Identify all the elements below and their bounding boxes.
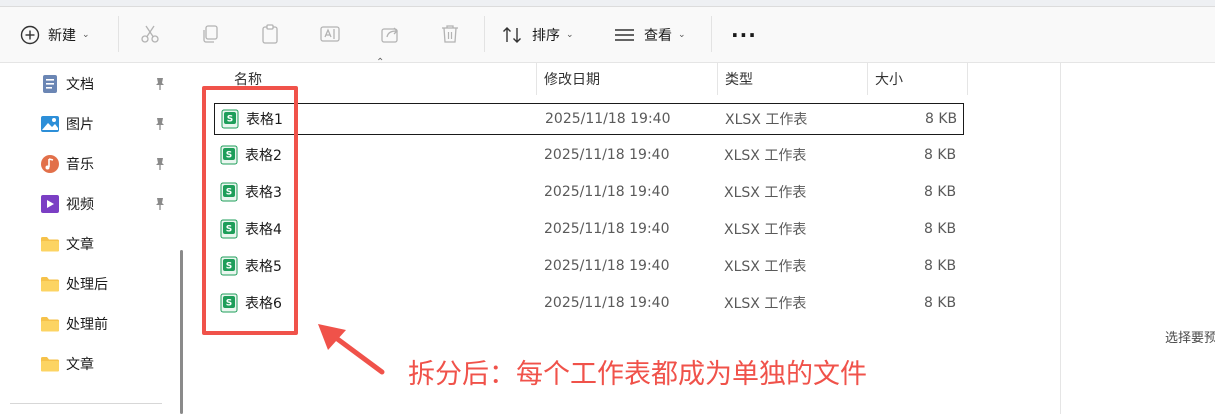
table-row[interactable]: S 表格2 2025/11/18 19:40 XLSX 工作表 8 KB (214, 140, 964, 172)
sidebar-item-label: 处理前 (66, 317, 108, 333)
file-modified: 2025/11/18 19:40 (544, 295, 670, 311)
rename-icon (320, 26, 340, 42)
sidebar-item-label: 图片 (66, 117, 94, 133)
column-divider[interactable] (867, 63, 868, 95)
annotation-arrow-icon (318, 324, 385, 375)
sidebar-item-label: 音乐 (66, 157, 94, 173)
table-row[interactable]: S 表格1 2025/11/18 19:40 XLSX 工作表 8 KB (214, 103, 964, 135)
pin-icon (156, 118, 164, 130)
sort-button[interactable]: 排序 ⌄ (502, 18, 574, 52)
sidebar-item-documents[interactable]: 文档 (40, 72, 94, 96)
view-button[interactable]: 查看 ⌄ (614, 18, 686, 52)
column-header-size[interactable]: 大小 (875, 63, 903, 95)
folder-icon (40, 354, 60, 374)
more-options-button[interactable]: ··· (731, 18, 757, 52)
copy-button[interactable] (196, 20, 224, 48)
pin-icon (156, 158, 164, 170)
file-size: 8 KB (924, 184, 957, 200)
sort-button-label: 排序 (532, 28, 560, 44)
toolbar-divider (118, 16, 119, 52)
sidebar-item-pictures[interactable]: 图片 (40, 112, 94, 136)
share-icon (381, 27, 398, 43)
file-modified: 2025/11/18 19:40 (544, 147, 670, 163)
pin-icon (156, 198, 164, 210)
sort-icon (503, 27, 521, 43)
sidebar-item-label: 文档 (66, 77, 94, 93)
column-divider[interactable] (967, 63, 968, 95)
file-type: XLSX 工作表 (724, 148, 807, 164)
sidebar-item-label: 处理后 (66, 277, 108, 293)
column-header-type[interactable]: 类型 (725, 63, 753, 95)
video-icon (40, 194, 60, 214)
copy-icon (203, 25, 218, 43)
sidebar-item-label: 文章 (66, 237, 94, 253)
rename-button[interactable] (316, 20, 344, 48)
column-header-modified[interactable]: 修改日期 (544, 63, 600, 95)
paste-button[interactable] (256, 20, 284, 48)
folder-icon (40, 314, 60, 334)
list-view-icon (615, 29, 634, 41)
file-type: XLSX 工作表 (724, 185, 807, 201)
clipboard-icon (262, 24, 278, 44)
sidebar-item-label: 视频 (66, 197, 94, 213)
file-type: XLSX 工作表 (724, 222, 807, 238)
sidebar-item-folder[interactable]: 文章 (40, 232, 94, 256)
file-size: 8 KB (924, 221, 957, 237)
file-modified: 2025/11/18 19:40 (545, 111, 671, 127)
details-pane-hint: 选择要预 (1165, 331, 1215, 346)
column-divider[interactable] (536, 63, 537, 95)
column-divider[interactable] (717, 63, 718, 95)
file-type: XLSX 工作表 (724, 259, 807, 275)
chevron-down-icon: ⌄ (566, 30, 574, 40)
toolbar-divider (711, 16, 712, 52)
folder-icon (40, 234, 60, 254)
toolbar-divider (484, 16, 485, 52)
file-modified: 2025/11/18 19:40 (544, 221, 670, 237)
details-pane: 选择要预 (1060, 63, 1215, 414)
table-row[interactable]: S 表格5 2025/11/18 19:40 XLSX 工作表 8 KB (214, 251, 964, 283)
picture-icon (40, 114, 60, 134)
delete-button[interactable] (436, 20, 464, 48)
command-bar: 新建 ⌄ 排序 ⌄ 查看 ⌄ ··· (0, 0, 1215, 63)
file-modified: 2025/11/18 19:40 (544, 184, 670, 200)
scissors-icon (141, 25, 159, 43)
file-size: 8 KB (924, 147, 957, 163)
sidebar-item-music[interactable]: 音乐 (40, 152, 94, 176)
sidebar-item-label: 文章 (66, 357, 94, 373)
music-icon (40, 154, 60, 174)
sidebar-item-folder[interactable]: 处理前 (40, 312, 108, 336)
sidebar-item-folder[interactable]: 文章 (40, 352, 94, 376)
document-icon (40, 74, 60, 94)
share-button[interactable] (376, 20, 404, 48)
new-button-label: 新建 (48, 28, 76, 44)
folder-icon (40, 274, 60, 294)
file-type: XLSX 工作表 (724, 296, 807, 312)
file-size: 8 KB (924, 258, 957, 274)
highlight-box (202, 86, 298, 335)
table-row[interactable]: S 表格6 2025/11/18 19:40 XLSX 工作表 8 KB (214, 288, 964, 320)
view-button-label: 查看 (644, 28, 672, 44)
sidebar-item-folder[interactable]: 处理后 (40, 272, 108, 296)
file-type: XLSX 工作表 (725, 112, 808, 128)
pin-icon (156, 78, 164, 90)
table-row[interactable]: S 表格3 2025/11/18 19:40 XLSX 工作表 8 KB (214, 177, 964, 209)
trash-icon (442, 25, 458, 43)
file-size: 8 KB (924, 295, 957, 311)
annotation-text: 拆分后：每个工作表都成为单独的文件 (408, 359, 867, 390)
sort-ascending-icon: ⌃ (376, 57, 385, 68)
sidebar-item-videos[interactable]: 视频 (40, 192, 94, 216)
file-modified: 2025/11/18 19:40 (544, 258, 670, 274)
navigation-scrollbar[interactable] (180, 250, 183, 414)
chevron-down-icon: ⌄ (678, 30, 686, 40)
chevron-down-icon: ⌄ (82, 30, 90, 40)
cut-button[interactable] (136, 20, 164, 48)
table-row[interactable]: S 表格4 2025/11/18 19:40 XLSX 工作表 8 KB (214, 214, 964, 246)
file-size: 8 KB (925, 111, 958, 127)
plus-circle-icon (20, 25, 40, 45)
navigation-divider (10, 403, 162, 404)
new-button[interactable]: 新建 ⌄ (20, 18, 90, 52)
